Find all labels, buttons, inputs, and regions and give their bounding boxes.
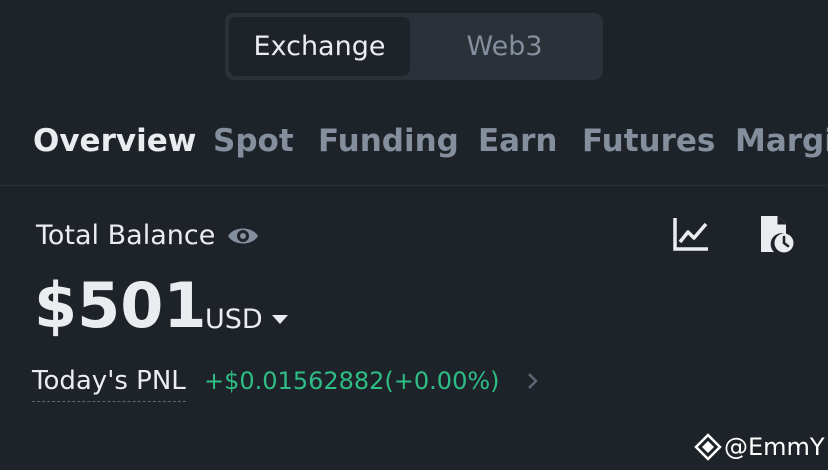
todays-pnl-label[interactable]: Today's PNL	[32, 362, 186, 402]
tab-funding[interactable]: Funding	[318, 113, 459, 169]
tab-earn[interactable]: Earn	[478, 113, 557, 169]
web3-segment[interactable]: Web3	[410, 17, 599, 76]
todays-pnl-value[interactable]: +$0.01562882(+0.00%)	[204, 362, 500, 400]
currency-selector[interactable]: USD	[205, 300, 263, 340]
exchange-logo-icon	[694, 433, 722, 461]
eye-icon[interactable]	[226, 222, 260, 250]
total-balance-amount: $501	[34, 269, 207, 342]
watermark-text: @EmmY	[724, 433, 825, 461]
wallet-tabs: Overview Spot Funding Earn Futures Margi…	[0, 113, 828, 169]
tabs-divider	[0, 185, 828, 186]
tab-spot[interactable]: Spot	[213, 113, 294, 169]
account-type-switch: Exchange Web3	[225, 13, 603, 80]
caret-down-icon[interactable]	[272, 315, 288, 324]
wallet-overview-screen: Exchange Web3 Overview Spot Funding Earn…	[0, 0, 828, 470]
exchange-segment[interactable]: Exchange	[229, 17, 410, 76]
total-balance-label: Total Balance	[36, 220, 216, 251]
chevron-right-icon[interactable]	[526, 372, 540, 390]
line-chart-icon[interactable]	[672, 216, 710, 252]
tab-overview[interactable]: Overview	[33, 113, 196, 169]
watermark: @EmmY	[694, 430, 825, 464]
tab-futures[interactable]: Futures	[582, 113, 715, 169]
tab-margin[interactable]: Margin	[735, 113, 828, 169]
history-icon[interactable]	[758, 214, 794, 254]
